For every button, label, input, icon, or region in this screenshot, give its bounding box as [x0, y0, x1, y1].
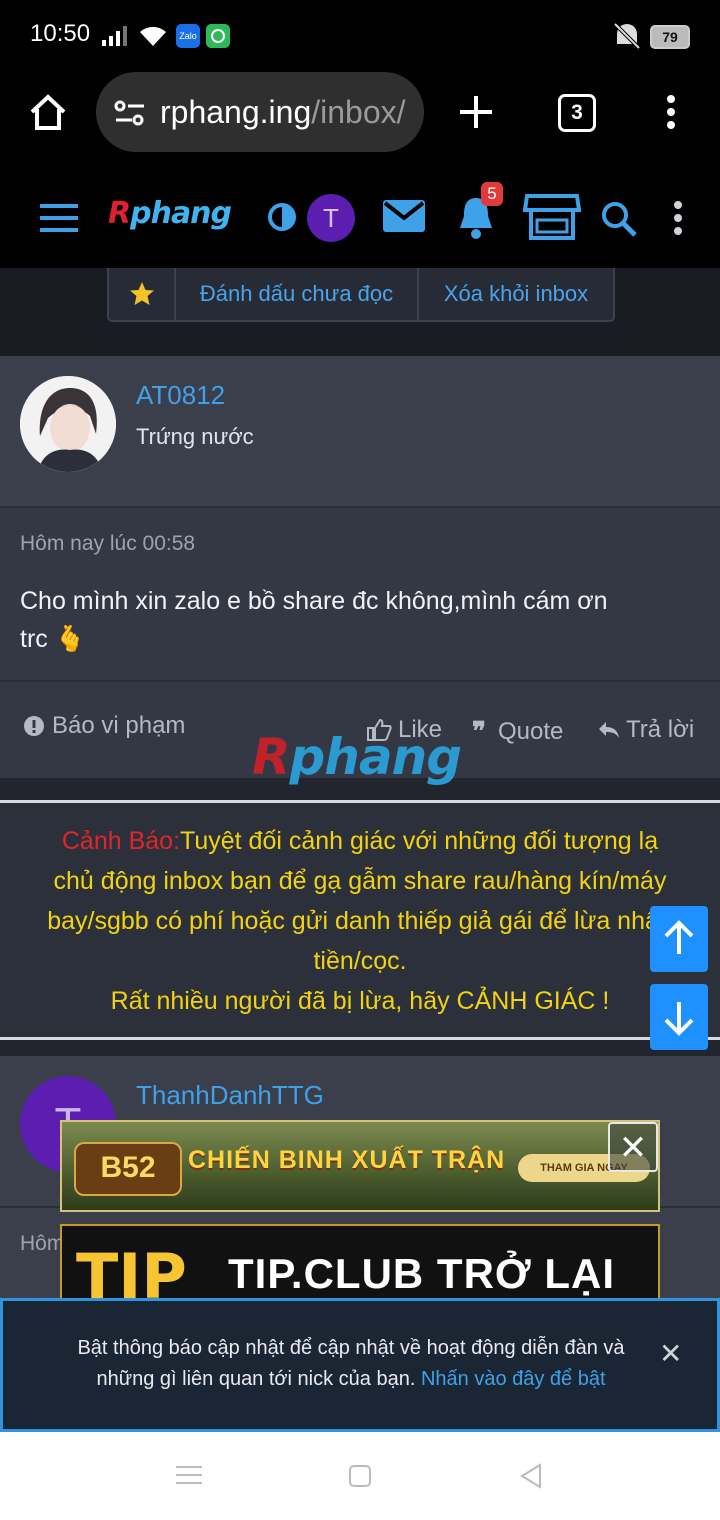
message-timestamp: Hôm nay lúc 00:58	[20, 532, 196, 555]
address-bar[interactable]: rphang.ing/inbox/	[96, 72, 424, 152]
watermark-logo: Rphang	[252, 728, 462, 786]
star-button[interactable]	[109, 268, 176, 320]
reply-label: Trả lời	[626, 716, 695, 743]
inbox-action-bar: Đánh dấu chưa đọc Xóa khỏi inbox	[0, 268, 720, 356]
warning-line: chủ động inbox bạn để gạ gẫm share rau/h…	[53, 867, 667, 895]
divider	[0, 680, 720, 682]
status-bar: 10:50 Zalo 79	[0, 0, 720, 70]
recent-apps-icon[interactable]	[176, 1464, 202, 1486]
ad-title: CHIẾN BINH XUẤT TRẬN	[188, 1146, 506, 1174]
star-icon	[129, 282, 154, 305]
new-tab-icon[interactable]	[458, 94, 494, 130]
enable-notifications-link[interactable]: Nhấn vào đây để bật	[421, 1368, 606, 1390]
browser-toolbar: rphang.ing/inbox/ 3	[0, 70, 720, 170]
system-navigation-bar	[0, 1432, 720, 1520]
mark-unread-button[interactable]: Đánh dấu chưa đọc	[176, 268, 419, 320]
close-icon: ✕	[618, 1129, 648, 1167]
site-settings-icon[interactable]	[114, 100, 146, 126]
author-avatar[interactable]	[20, 376, 116, 472]
arrow-up-icon	[664, 920, 694, 954]
scroll-up-button[interactable]	[650, 906, 708, 972]
quote-label: Quote	[498, 717, 564, 745]
home-button-icon[interactable]	[348, 1464, 372, 1488]
notification-count-badge: 5	[481, 182, 503, 206]
more-vertical-icon[interactable]	[672, 200, 684, 236]
search-icon[interactable]	[600, 200, 638, 238]
wifi-icon	[140, 26, 166, 46]
theme-toggle-icon[interactable]	[267, 202, 297, 232]
warning-line: Rất nhiều người đã bị lừa, hãy CẢNH GIÁC…	[110, 987, 610, 1015]
reply-button[interactable]: Trả lời	[598, 716, 694, 744]
ad-banner[interactable]: B52 CHIẾN BINH XUẤT TRẬN THAM GIA NGAY	[60, 1120, 660, 1212]
zalo-app-icon: Zalo	[176, 24, 200, 48]
scroll-down-button[interactable]	[650, 984, 708, 1050]
alert-icon	[24, 716, 44, 736]
signal-icon	[102, 26, 127, 46]
message-card: AT0812 Trứng nước Hôm nay lúc 00:58 Cho …	[0, 356, 720, 778]
arrow-down-icon	[664, 1002, 694, 1036]
home-icon[interactable]	[28, 92, 68, 132]
report-label: Báo vi phạm	[52, 712, 186, 739]
warning-line: tiền/cọc.	[313, 947, 407, 975]
warning-label: Cảnh Báo:	[61, 827, 181, 855]
report-button[interactable]: Báo vi phạm	[24, 712, 185, 740]
tab-switcher-button[interactable]: 3	[558, 94, 596, 132]
more-vertical-icon[interactable]	[664, 94, 678, 130]
battery-indicator: 79	[650, 25, 690, 49]
author-username[interactable]: AT0812	[136, 380, 225, 411]
menu-icon[interactable]	[40, 204, 78, 232]
ad-banner[interactable]: TIP TIP.CLUB TRỞ LẠI	[60, 1224, 660, 1300]
remove-from-inbox-button[interactable]: Xóa khỏi inbox	[419, 268, 613, 320]
message-author-block: AT0812 Trứng nước	[0, 356, 720, 508]
author-username[interactable]: ThanhDanhTTG	[136, 1080, 324, 1111]
site-header: Rphang T 5	[0, 170, 720, 268]
user-avatar[interactable]: T	[307, 194, 355, 242]
chat-app-icon	[206, 24, 230, 48]
ad-brand-logo: B52	[74, 1142, 182, 1196]
warning-line: Tuyệt đối cảnh giác với những đối tượng …	[180, 827, 659, 855]
message-body: Cho mình xin zalo e bồ share đc không,mì…	[20, 587, 608, 653]
site-logo[interactable]: Rphang	[108, 196, 232, 231]
quote-icon: ❞	[472, 716, 486, 746]
push-notification-prompt: Bật thông báo cập nhật để cập nhật về ho…	[0, 1298, 720, 1432]
vibrate-off-icon	[613, 22, 641, 50]
prompt-text: Bật thông báo cập nhật để cập nhật về ho…	[77, 1337, 625, 1390]
warning-line: bay/sgbb có phí hoặc gửi danh thiếp giả …	[47, 907, 673, 935]
ad-brand-logo: TIP	[76, 1240, 187, 1300]
action-button-group: Đánh dấu chưa đọc Xóa khỏi inbox	[107, 268, 615, 322]
message-timestamp: Hôm	[20, 1232, 65, 1255]
store-icon[interactable]	[523, 192, 581, 242]
scam-warning-notice: Cảnh Báo:Tuyệt đối cảnh giác với những đ…	[0, 800, 720, 1040]
url-text: rphang.ing/inbox/	[160, 94, 406, 130]
ad-close-button[interactable]: ✕	[608, 1122, 658, 1172]
author-role: Trứng nước	[136, 424, 254, 449]
ad-title: TIP.CLUB TRỞ LẠI	[228, 1250, 616, 1297]
close-icon[interactable]: ✕	[659, 1337, 682, 1370]
mail-icon[interactable]	[383, 200, 425, 232]
quote-button[interactable]: ❞ Quote	[472, 716, 563, 747]
reply-icon	[599, 722, 619, 738]
clock: 10:50	[30, 20, 91, 47]
back-icon[interactable]	[518, 1462, 544, 1490]
